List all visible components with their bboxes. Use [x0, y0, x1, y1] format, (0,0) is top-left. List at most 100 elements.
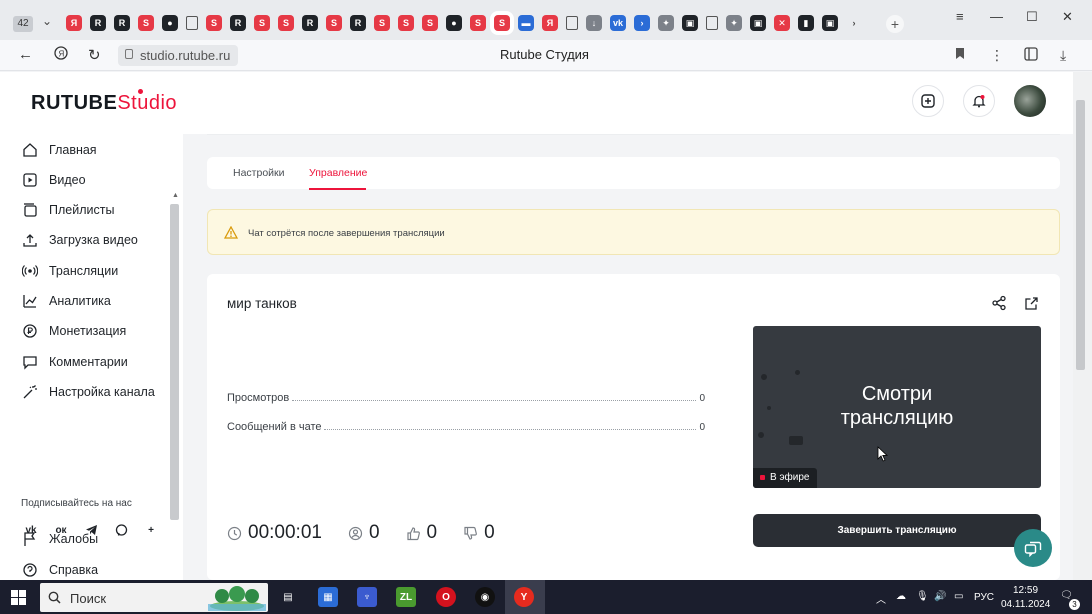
- sidebar-scrollbar[interactable]: [170, 204, 179, 520]
- back-icon[interactable]: ←: [18, 46, 33, 63]
- tab-settings[interactable]: Настройки: [233, 167, 285, 179]
- clock-date[interactable]: 04.11.2024: [1001, 599, 1050, 610]
- sidebar-item-home[interactable]: Главная: [22, 140, 97, 160]
- support-chat-button[interactable]: [1014, 529, 1052, 567]
- yandex-browser-icon[interactable]: Y: [514, 587, 534, 607]
- rutube-tab-icon[interactable]: R: [114, 15, 130, 31]
- chart-tab-icon[interactable]: ▮: [798, 15, 814, 31]
- tool-tab-icon[interactable]: ✕: [774, 15, 790, 31]
- clapper-tab-icon[interactable]: ▣: [750, 15, 766, 31]
- add-content-button[interactable]: [912, 85, 944, 117]
- sidebar-item-label: Трансляции: [49, 264, 119, 278]
- game-tab-icon[interactable]: ✦: [726, 15, 742, 31]
- maximize-icon[interactable]: ☐: [1026, 9, 1038, 25]
- sidebar-item-playlists[interactable]: Плейлисты: [22, 200, 114, 220]
- page-scrollbar-thumb[interactable]: [1076, 100, 1085, 370]
- sidebar-item-analytics[interactable]: Аналитика: [22, 291, 111, 311]
- viber-icon[interactable]: [114, 523, 128, 537]
- studio-tab-icon[interactable]: S: [138, 15, 154, 31]
- studio-tab-icon[interactable]: S: [398, 15, 414, 31]
- studio-tab-icon[interactable]: S: [206, 15, 222, 31]
- more-icon[interactable]: ⋮: [990, 47, 1004, 64]
- chevron-right-icon[interactable]: ›: [846, 15, 862, 31]
- document-tab-icon[interactable]: [706, 16, 718, 30]
- sidebar-item-video[interactable]: Видео: [22, 170, 86, 190]
- document-tab-icon[interactable]: [186, 16, 198, 30]
- rutube-studio-logo[interactable]: RUTUBEStudio: [31, 89, 177, 115]
- sidebar-item-comments[interactable]: Комментарии: [22, 352, 128, 372]
- bookmark-icon[interactable]: [955, 47, 965, 63]
- end-broadcast-button[interactable]: Завершить трансляцию: [753, 514, 1041, 547]
- clapper-tab-icon[interactable]: ▣: [822, 15, 838, 31]
- tab-management[interactable]: Управление: [309, 167, 367, 179]
- sidebar-item-label: Справка: [49, 563, 99, 577]
- sidebar-scroll-up-icon[interactable]: ▲: [172, 192, 179, 199]
- tab-count-badge[interactable]: 42: [13, 16, 33, 32]
- yandex-tab-icon[interactable]: Я: [66, 15, 82, 31]
- game-tab-icon[interactable]: ✦: [658, 15, 674, 31]
- stream-counters: 00:00:01 0 0 0: [227, 522, 495, 544]
- flag-tab-icon[interactable]: ▬: [518, 15, 534, 31]
- studio-tab-icon[interactable]: S: [422, 15, 438, 31]
- language-indicator[interactable]: РУС: [974, 592, 994, 603]
- site-tab-icon[interactable]: ●: [162, 15, 178, 31]
- download-tab-icon[interactable]: ↓: [586, 15, 602, 31]
- studio-tab-icon[interactable]: S: [278, 15, 294, 31]
- url-field[interactable]: studio.rutube.ru: [118, 45, 239, 66]
- share-icon[interactable]: [990, 294, 1008, 312]
- open-external-icon[interactable]: [1022, 294, 1040, 312]
- notifications-button[interactable]: [963, 85, 995, 117]
- studio-tab-icon[interactable]: S: [254, 15, 270, 31]
- task-view-icon[interactable]: ▤: [278, 587, 298, 607]
- microphone-icon[interactable]: 🎙: [916, 591, 929, 602]
- stream-preview-player[interactable]: Смотри трансляцию В эфире: [753, 326, 1041, 488]
- clock-time[interactable]: 12:59: [1013, 585, 1038, 596]
- studio-tab-icon[interactable]: S: [374, 15, 390, 31]
- page-scrollbar[interactable]: [1073, 72, 1092, 580]
- avatar[interactable]: [1014, 85, 1046, 117]
- sidebar-item-channel-settings[interactable]: Настройка канала: [22, 382, 155, 402]
- document-tab-icon[interactable]: [566, 16, 578, 30]
- menu-icon[interactable]: ≡: [956, 9, 964, 24]
- app-icon[interactable]: ♆: [357, 587, 377, 607]
- sidebar-item-broadcasts[interactable]: Трансляции: [22, 261, 118, 281]
- sidebar-item-monetization[interactable]: Монетизация: [22, 321, 126, 341]
- arrow-tab-icon[interactable]: ›: [634, 15, 650, 31]
- yandex-icon[interactable]: Я: [54, 46, 68, 64]
- sidebar-item-label: Жалобы: [49, 532, 99, 546]
- studio-tab-icon-active[interactable]: S: [494, 15, 510, 31]
- close-icon[interactable]: ✕: [1062, 9, 1073, 25]
- help-icon: [22, 562, 38, 578]
- tray-chevron-icon[interactable]: ︿: [876, 591, 886, 606]
- cloud-icon[interactable]: ☁: [896, 591, 906, 602]
- minimize-icon[interactable]: —: [990, 9, 1003, 24]
- yandex-tab-icon[interactable]: Я: [542, 15, 558, 31]
- network-icon[interactable]: ▭: [954, 591, 963, 602]
- preview-speck: [761, 374, 767, 380]
- sidebar-item-complaints[interactable]: Жалобы: [22, 529, 98, 549]
- rutube-tab-icon[interactable]: R: [302, 15, 318, 31]
- zl-app-icon[interactable]: ZL: [396, 587, 416, 607]
- clapper-tab-icon[interactable]: ▣: [682, 15, 698, 31]
- opera-icon[interactable]: O: [436, 587, 456, 607]
- sidebar-panel-icon[interactable]: [1024, 47, 1038, 64]
- studio-tab-icon[interactable]: S: [326, 15, 342, 31]
- obs-icon[interactable]: ◉: [475, 587, 495, 607]
- sidebar-item-help[interactable]: Справка: [22, 560, 98, 580]
- plus-icon[interactable]: +: [144, 523, 158, 537]
- vk-tab-icon[interactable]: vk: [610, 15, 626, 31]
- rutube-tab-icon[interactable]: R: [230, 15, 246, 31]
- rutube-tab-icon[interactable]: R: [90, 15, 106, 31]
- new-tab-button[interactable]: +: [886, 15, 904, 33]
- downloads-icon[interactable]: ⤓: [1060, 47, 1066, 64]
- tab-list-chevron-icon[interactable]: ⌄: [42, 14, 52, 28]
- sidebar-item-upload[interactable]: Загрузка видео: [22, 230, 138, 250]
- store-icon[interactable]: ▦: [318, 587, 338, 607]
- rutube-tab-icon[interactable]: R: [350, 15, 366, 31]
- windows-start-icon[interactable]: [11, 590, 26, 605]
- site-tab-icon[interactable]: ●: [446, 15, 462, 31]
- taskbar-search[interactable]: Поиск: [40, 583, 268, 612]
- reload-icon[interactable]: ↻: [88, 46, 101, 64]
- volume-icon[interactable]: 🔊: [934, 591, 946, 602]
- studio-tab-icon[interactable]: S: [470, 15, 486, 31]
